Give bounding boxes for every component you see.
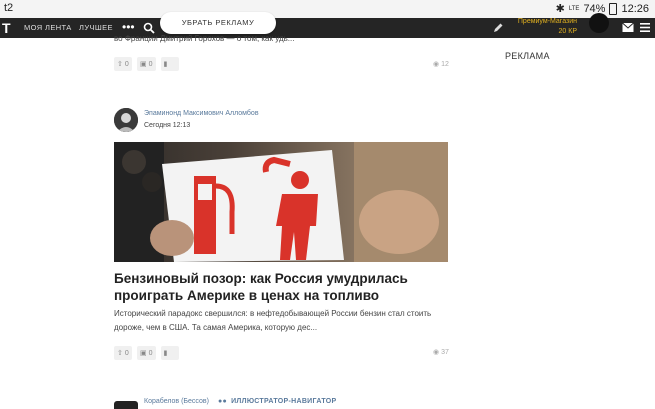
bookmark-icon: ▮: [163, 350, 168, 357]
carrier-label: t2: [4, 2, 14, 14]
like-count: 0: [124, 60, 129, 68]
write-post-icon[interactable]: [492, 22, 504, 34]
prev-post-views: ◉ 12: [433, 60, 449, 69]
menu-icon[interactable]: [640, 23, 650, 32]
shop-balance: 20 КР: [558, 28, 577, 35]
like-button[interactable]: ⇧ 0: [114, 346, 132, 360]
eye-icon: ◉: [433, 61, 440, 68]
post-actions: ⇧ 0 ▣ 0 ▮: [114, 346, 179, 360]
like-button[interactable]: ⇧ 0: [114, 57, 132, 71]
prev-post-actions: ⇧ 0 ▣ 0 ▮: [114, 57, 179, 71]
mail-icon[interactable]: [622, 22, 634, 33]
premium-shop-link[interactable]: Премиум-Магазин 20 КР: [513, 17, 577, 37]
arrow-up-icon: ⇧: [117, 350, 123, 357]
bookmark-icon: ▮: [163, 61, 168, 68]
post-date: Сегодня 12:13: [144, 122, 191, 129]
shop-label: Премиум-Магазин: [517, 18, 577, 25]
next-post-group[interactable]: ●● ИЛЛЮСТРАТОР-НАВИГАТОР: [218, 398, 336, 405]
remove-ads-button[interactable]: УБРАТЬ РЕКЛАМУ: [160, 12, 276, 34]
comment-count: 0: [148, 349, 153, 357]
app-header: T МОЯ ЛЕНТА ЛУЧШЕЕ ••• УБРАТЬ РЕКЛАМУ Пр…: [0, 12, 655, 38]
site-logo[interactable]: T: [2, 18, 14, 38]
next-author-avatar[interactable]: [114, 401, 138, 409]
post-excerpt[interactable]: Исторический парадокс свершился: в нефте…: [114, 307, 444, 335]
status-bar: t2 ✱ LTE 74% 12:26: [0, 0, 655, 18]
post-views: ◉ 37: [433, 348, 449, 357]
next-author-name[interactable]: Корабелов (Бессов): [144, 398, 209, 405]
nav-best[interactable]: ЛУЧШЕЕ: [79, 18, 113, 38]
comment-icon: ▣: [140, 61, 147, 68]
like-count: 0: [124, 349, 129, 357]
bluetooth-icon: ✱: [555, 3, 565, 15]
signal-label: LTE: [568, 5, 580, 12]
author-name[interactable]: Эпаминонд Максимович Алломбов: [144, 110, 259, 117]
comment-count: 0: [148, 60, 153, 68]
prev-post-excerpt[interactable]: во Франции Дмитрий Горохов — о том, как …: [114, 34, 294, 43]
comment-icon: ▣: [140, 350, 147, 357]
bookmark-button[interactable]: ▮: [160, 346, 179, 360]
clock: 12:26: [621, 2, 649, 15]
user-avatar[interactable]: [589, 13, 609, 33]
search-icon[interactable]: [143, 22, 155, 34]
fuel-protest-photo: [114, 142, 448, 262]
author-avatar[interactable]: [114, 108, 138, 132]
comments-button[interactable]: ▣ 0: [137, 57, 156, 71]
bookmark-button[interactable]: ▮: [160, 57, 179, 71]
comments-button[interactable]: ▣ 0: [137, 346, 156, 360]
battery-icon: [609, 2, 618, 15]
views-count: 37: [441, 348, 449, 356]
post-title[interactable]: Бензиновый позор: как Россия умудрилась …: [114, 270, 454, 304]
arrow-up-icon: ⇧: [117, 61, 123, 68]
avatar-image: [114, 108, 138, 132]
ad-label: РЕКЛАМА: [505, 51, 550, 61]
views-count: 12: [441, 60, 449, 68]
eye-icon: ◉: [433, 349, 440, 356]
post-image[interactable]: [114, 142, 448, 262]
nav-my-feed[interactable]: МОЯ ЛЕНТА: [24, 18, 72, 38]
group-name: ИЛЛЮСТРАТОР-НАВИГАТОР: [231, 398, 337, 405]
group-icon: ●●: [218, 398, 228, 405]
